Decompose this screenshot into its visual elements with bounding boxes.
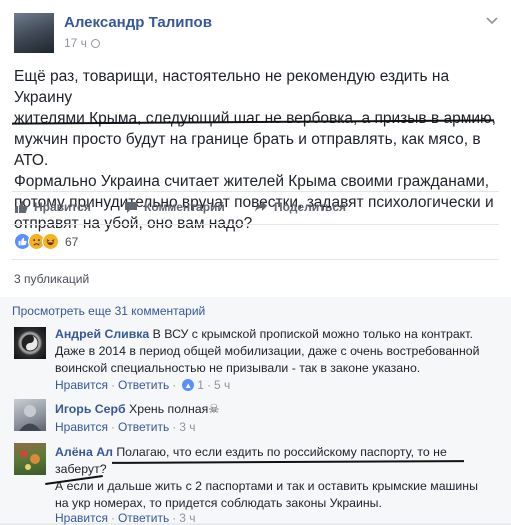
commenter-name[interactable]: Игорь Серб bbox=[55, 402, 126, 416]
share-arrow-icon bbox=[255, 201, 267, 212]
comment-likes-count[interactable]: 1 bbox=[197, 378, 204, 392]
comment-line: Даже в 2014 в период общей мобилизации, … bbox=[55, 344, 480, 358]
divider bbox=[12, 224, 499, 225]
skull-emoji-icon: ☠ bbox=[208, 402, 220, 416]
thumbs-up-icon: ▲ bbox=[182, 379, 195, 391]
divider bbox=[12, 191, 499, 192]
reactions-count[interactable]: 67 bbox=[65, 235, 78, 249]
view-more-comments-link[interactable]: Просмотреть еще 31 комментарий bbox=[12, 304, 205, 318]
reactions-summary[interactable]: 67 bbox=[14, 233, 78, 250]
comment-meta: Нравится · Ответить · ▲ 1 · 5 ч bbox=[55, 378, 231, 392]
comment-like-link[interactable]: Нравится bbox=[55, 420, 108, 434]
thumbs-up-icon bbox=[15, 201, 28, 213]
comment-text: Игорь Серб Хрень полная☠ bbox=[55, 401, 501, 418]
comment-text: Алёна Ал Полагаю, что если ездить по рос… bbox=[55, 444, 501, 512]
shares-count[interactable]: 3 публикаций bbox=[14, 272, 89, 286]
divider bbox=[12, 259, 499, 260]
comment-time[interactable]: 5 ч bbox=[214, 378, 230, 392]
comment-line: Хрень полная bbox=[129, 402, 209, 416]
commenter-name[interactable]: Алёна Ал bbox=[55, 445, 113, 459]
comment-meta: Нравится · Ответить · 3 ч bbox=[55, 420, 196, 434]
post-card: Александр Талипов 17 ч Ещё раз, товарищи… bbox=[0, 0, 511, 525]
post-options-chevron-icon[interactable] bbox=[486, 14, 498, 28]
like-button[interactable]: Нравится bbox=[14, 200, 91, 214]
post-line: Ещё раз, товарищи, настоятельно не реком… bbox=[14, 68, 450, 106]
comment-label: Комментарий bbox=[144, 200, 225, 214]
comment-line: на укр номерах, то придется соблюдать за… bbox=[55, 496, 382, 510]
comment-text: Андрей Сливка В ВСУ с крымской пропиской… bbox=[55, 326, 501, 377]
comment-line: А если и дальше жить с 2 паспортами и та… bbox=[55, 479, 478, 493]
comment-line: воинской специальностью не призывали - т… bbox=[55, 361, 421, 375]
comment-line: В ВСУ с крымской пропиской можно только … bbox=[152, 327, 473, 341]
like-label: Нравится bbox=[34, 200, 91, 214]
globe-icon bbox=[90, 38, 100, 48]
post-line: Формально Украина считает жителей Крыма … bbox=[14, 173, 490, 190]
post-line: мужчин просто будут на границе брать и о… bbox=[14, 131, 481, 169]
comment-like-link[interactable]: Нравится bbox=[55, 378, 108, 392]
share-label: Поделиться bbox=[274, 200, 347, 214]
laughing-face-icon bbox=[42, 233, 59, 250]
commenter-avatar[interactable] bbox=[14, 443, 46, 475]
comment-reply-link[interactable]: Ответить bbox=[118, 378, 169, 392]
comment-time[interactable]: 3 ч bbox=[179, 420, 195, 434]
commenter-avatar[interactable] bbox=[14, 399, 46, 431]
comment-reply-link[interactable]: Ответить bbox=[118, 420, 169, 434]
post-author-name[interactable]: Александр Талипов bbox=[64, 14, 212, 31]
comment-button[interactable]: Комментарий bbox=[124, 200, 225, 214]
post-line: жителями Крыма, следующий шаг не вербовк… bbox=[14, 110, 496, 127]
post-time[interactable]: 17 ч bbox=[64, 36, 87, 50]
comment-line: Полагаю, что если ездить по российскому … bbox=[116, 445, 447, 459]
post-timestamp[interactable]: 17 ч bbox=[64, 36, 100, 50]
author-avatar[interactable] bbox=[14, 13, 54, 53]
share-button[interactable]: Поделиться bbox=[254, 200, 346, 214]
commenter-name[interactable]: Андрей Сливка bbox=[55, 327, 149, 341]
commenter-avatar[interactable] bbox=[14, 327, 46, 359]
comment-icon bbox=[125, 202, 137, 213]
